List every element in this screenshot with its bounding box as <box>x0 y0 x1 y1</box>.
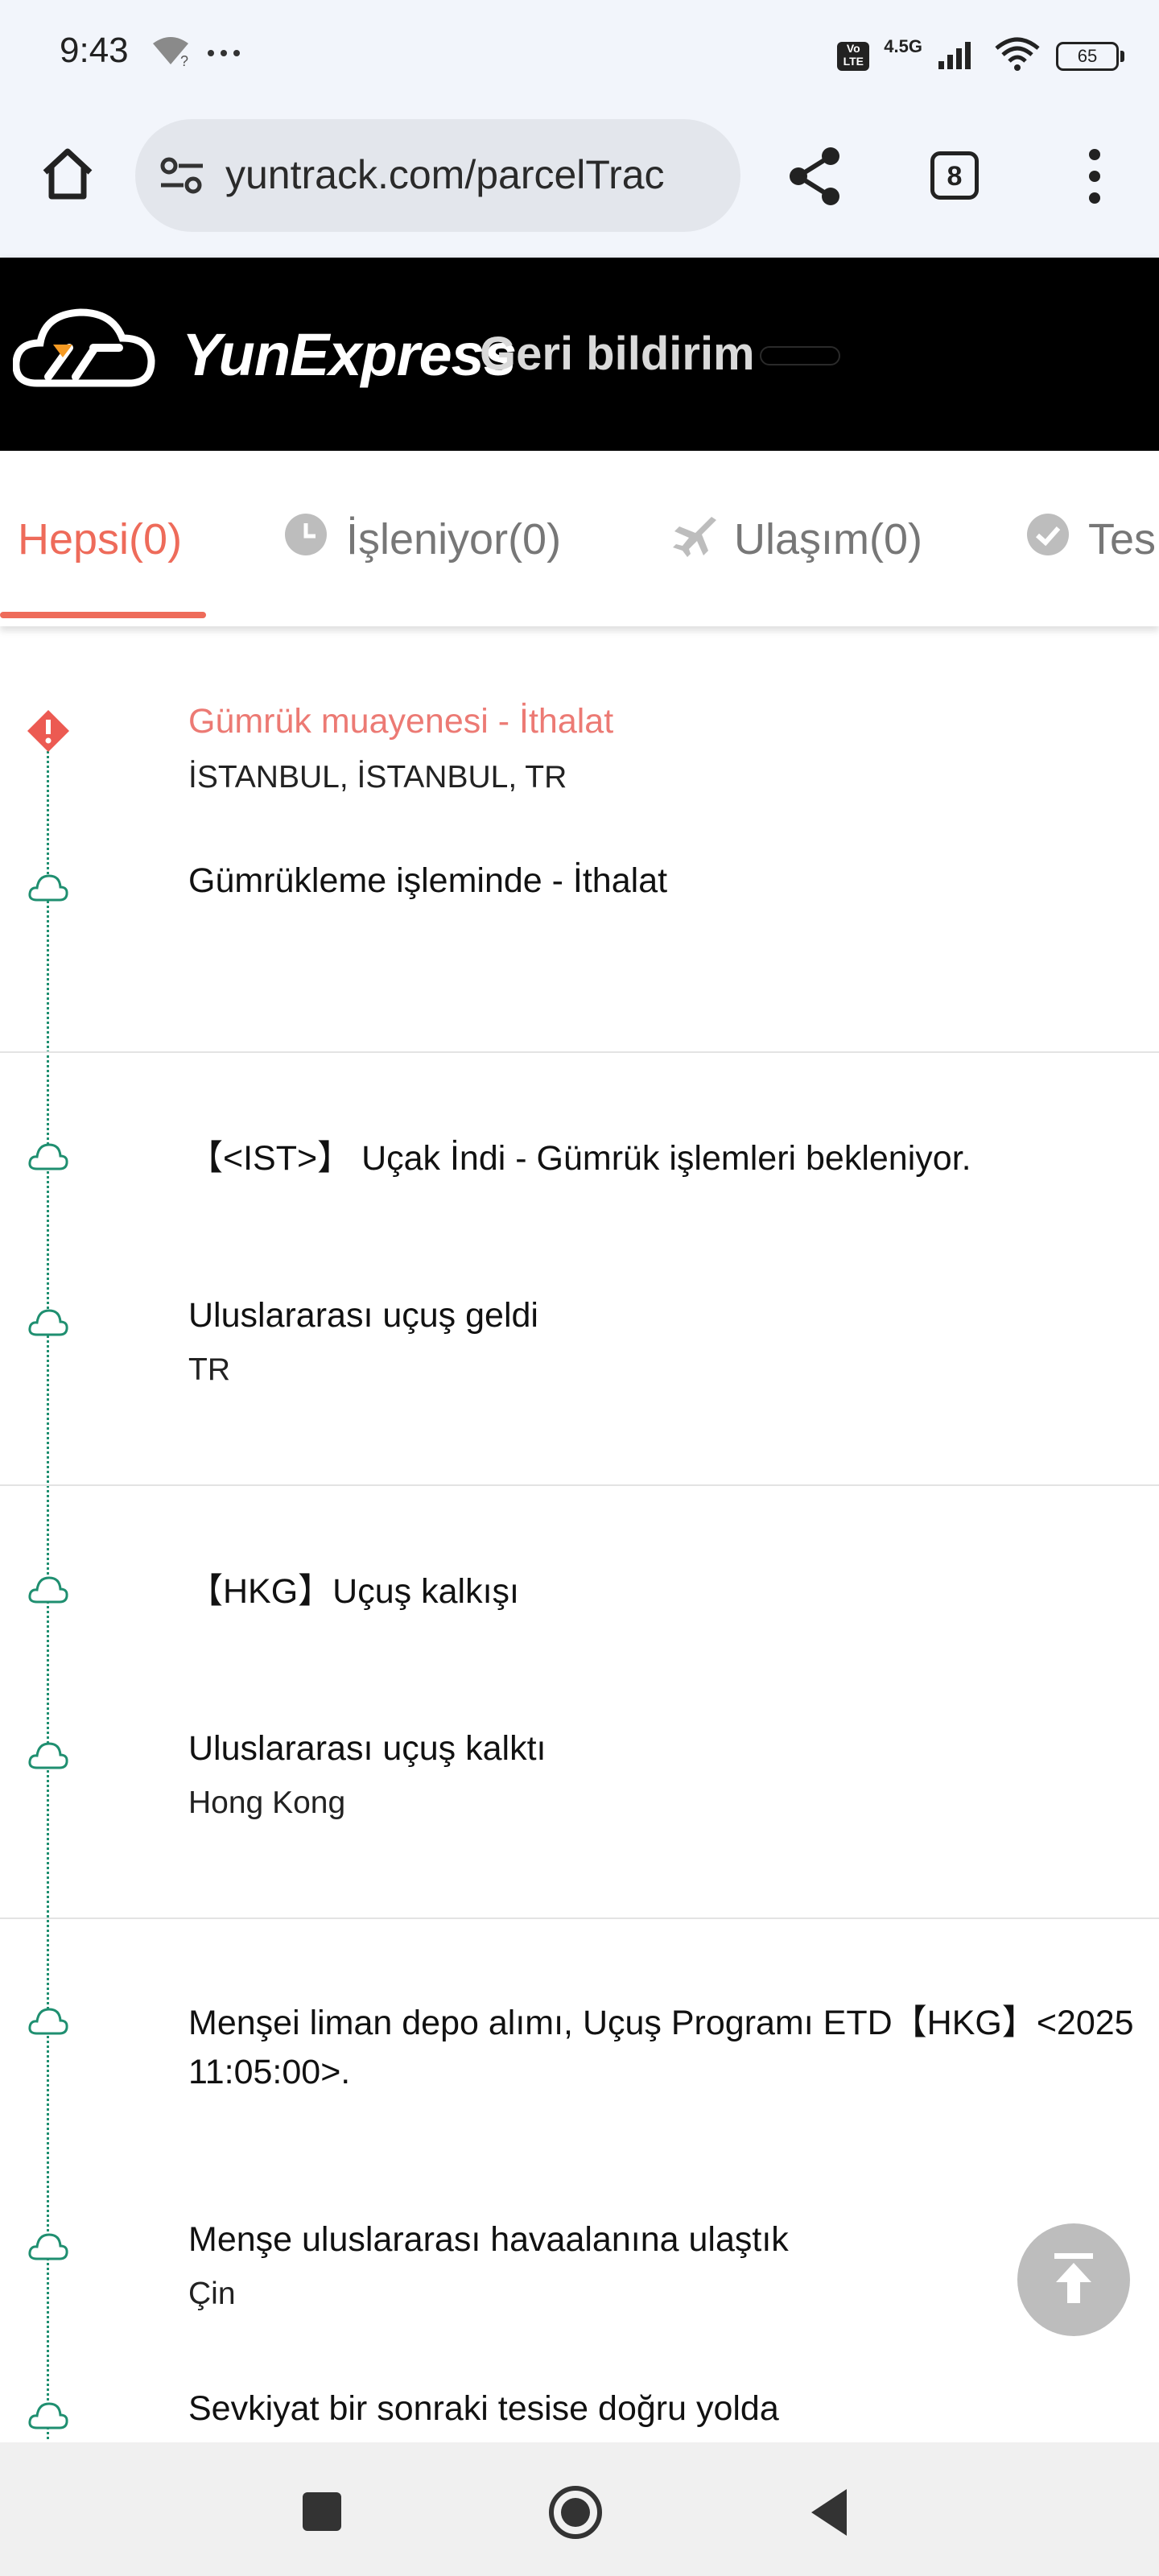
cloud-node-icon <box>27 873 69 909</box>
tracking-timeline: Gümrük muayenesi - İthalat İSTANBUL, İST… <box>0 626 1159 2442</box>
tab-transit[interactable]: Ulaşım(0) <box>671 507 922 572</box>
battery-icon: 65 <box>1056 42 1124 71</box>
status-bar: 9:43 ? Vo LTE 4.5G 65 <box>0 0 1159 113</box>
back-to-top-button[interactable] <box>1017 2223 1130 2336</box>
event-title: Uluslararası uçuş geldi <box>188 1296 538 1335</box>
home-nav-icon[interactable] <box>547 2484 604 2545</box>
event-title: Gümrük muayenesi - İthalat <box>188 702 614 741</box>
status-tabs: Hepsi(0) İşleniyor(0) Ulaşım(0) Tes <box>0 451 1159 626</box>
event-location: Çin <box>188 2277 236 2311</box>
cloud-node-icon <box>27 2231 69 2268</box>
recents-icon[interactable] <box>303 2492 341 2531</box>
event-location: Hong Kong <box>188 1785 346 1820</box>
event-title: Gümrükleme işleminde - İthalat <box>188 861 668 900</box>
site-header: YunExpress Geri bildirim <box>0 258 1159 451</box>
event-location: TR <box>188 1352 230 1387</box>
event-title: Uluslararası uçuş kalktı <box>188 1729 547 1768</box>
home-icon[interactable] <box>35 142 100 206</box>
system-nav-bar <box>0 2442 1159 2576</box>
feedback-toggle[interactable] <box>760 346 840 365</box>
event-title: Menşei liman depo alımı, Uçuş Programı E… <box>188 2004 1134 2042</box>
check-circle-icon <box>1025 512 1070 568</box>
yunexpress-logo-icon[interactable] <box>12 303 158 403</box>
day-divider <box>0 1051 1159 1053</box>
brand-name[interactable]: YunExpress <box>182 320 517 389</box>
cloud-node-icon <box>27 2006 69 2042</box>
tab-label: Hepsi(0) <box>18 515 183 564</box>
tab-label: Ulaşım(0) <box>734 515 923 564</box>
arrow-up-icon <box>1050 2250 1098 2310</box>
tab-label: Tes <box>1088 515 1157 564</box>
alert-icon <box>27 710 69 756</box>
volte-icon: Vo LTE <box>837 42 870 71</box>
share-icon[interactable] <box>781 142 850 211</box>
status-indicators: Vo LTE 4.5G 65 <box>837 32 1124 80</box>
site-settings-icon[interactable] <box>159 156 204 200</box>
cloud-node-icon <box>27 1307 69 1344</box>
day-divider <box>0 1918 1159 1919</box>
wifi-icon <box>993 37 1041 76</box>
more-menu-icon[interactable] <box>1079 142 1111 211</box>
event-title: 【HKG】Uçuş kalkışı <box>188 1572 519 1611</box>
event-title: Menşe uluslararası havaalanına ulaştık <box>188 2220 789 2259</box>
event-title-continued: 11:05:00>. <box>188 2053 351 2091</box>
cloud-node-icon <box>27 1575 69 1611</box>
tab-processing[interactable]: İşleniyor(0) <box>283 507 561 572</box>
plane-icon <box>671 512 716 568</box>
wifi-question-icon: ? <box>151 32 248 76</box>
cloud-node-icon <box>27 1141 69 1178</box>
day-divider <box>0 1484 1159 1486</box>
cloud-node-icon <box>27 2401 69 2437</box>
event-title: 【<IST>】 Uçak İndi - Gümrük işlemleri bek… <box>188 1139 971 1178</box>
event-location: İSTANBUL, İSTANBUL, TR <box>188 760 567 795</box>
url-text[interactable]: yuntrack.com/parcelTrac <box>225 151 665 198</box>
active-tab-indicator <box>0 612 206 618</box>
network-type: 4.5G <box>884 36 922 56</box>
tab-switcher-button[interactable]: 8 <box>930 151 979 200</box>
tab-delivered[interactable]: Tes <box>1025 507 1156 572</box>
clock-icon <box>283 512 328 568</box>
tab-label: İşleniyor(0) <box>346 515 562 564</box>
tab-all[interactable]: Hepsi(0) <box>18 507 182 572</box>
address-bar[interactable]: yuntrack.com/parcelTrac <box>135 119 740 232</box>
back-nav-icon[interactable] <box>805 2484 853 2545</box>
cloud-node-icon <box>27 1740 69 1777</box>
event-title: Sevkiyat bir sonraki tesise doğru yolda <box>188 2389 779 2428</box>
signal-icon <box>937 39 979 75</box>
browser-toolbar: yuntrack.com/parcelTrac 8 <box>0 113 1159 258</box>
status-time: 9:43 <box>60 31 129 70</box>
feedback-link[interactable]: Geri bildirim <box>480 327 755 381</box>
svg-text:?: ? <box>180 53 188 69</box>
